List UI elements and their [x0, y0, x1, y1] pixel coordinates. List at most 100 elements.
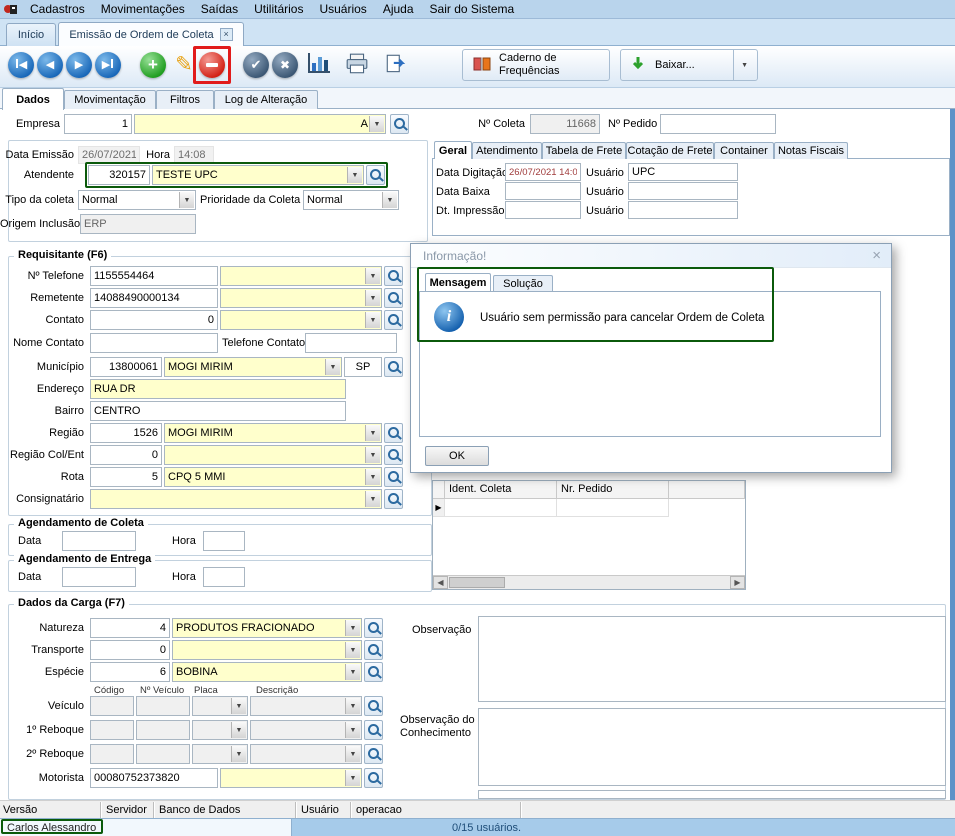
- veiculo-placa-combo[interactable]: ▼: [192, 696, 248, 716]
- confirm-button[interactable]: ✔: [243, 52, 269, 78]
- especie-code-input[interactable]: [90, 662, 170, 682]
- ok-button[interactable]: OK: [425, 446, 489, 466]
- regiao-code-input[interactable]: [90, 423, 162, 443]
- telefone-contato-input[interactable]: [305, 333, 397, 353]
- telefone-input[interactable]: [90, 266, 218, 286]
- rota-code-input[interactable]: [90, 467, 162, 487]
- grid-col-ident-coleta[interactable]: Ident. Coleta: [445, 481, 557, 499]
- baixar-dropdown[interactable]: ▼: [733, 50, 748, 80]
- motorista-combo[interactable]: ▼: [220, 768, 362, 788]
- remetente-combo[interactable]: ▼: [220, 288, 382, 308]
- grid-cell[interactable]: [557, 499, 669, 517]
- previous-record-button[interactable]: ◀: [37, 52, 63, 78]
- especie-combo[interactable]: BOBINA▼: [172, 662, 362, 682]
- menu-ajuda[interactable]: Ajuda: [375, 2, 422, 16]
- tab-notas-fiscais[interactable]: Notas Fiscais: [774, 142, 848, 159]
- regiao-combo[interactable]: MOGI MIRIM▼: [164, 423, 382, 443]
- observacao-conhecimento-textarea[interactable]: [478, 708, 946, 786]
- regiao-colent-search-icon[interactable]: [384, 445, 403, 465]
- tab-dados[interactable]: Dados: [2, 88, 64, 110]
- natureza-search-icon[interactable]: [364, 618, 383, 638]
- empresa-combo[interactable]: A ▼: [134, 114, 386, 134]
- rota-search-icon[interactable]: [384, 467, 403, 487]
- n-pedido-input[interactable]: [660, 114, 776, 134]
- export-button[interactable]: [384, 53, 408, 78]
- dialog-close-icon[interactable]: ×: [872, 247, 881, 264]
- uf-input[interactable]: [344, 357, 382, 377]
- grid-hscrollbar[interactable]: ◀ ▶: [433, 575, 745, 589]
- discard-button[interactable]: ✖: [272, 52, 298, 78]
- reboque2-descricao-combo[interactable]: ▼: [250, 744, 362, 764]
- tab-movimentacao[interactable]: Movimentação: [64, 90, 156, 109]
- rota-combo[interactable]: CPQ 5 MMI▼: [164, 467, 382, 487]
- tab-geral[interactable]: Geral: [434, 141, 472, 159]
- remetente-search-icon[interactable]: [384, 288, 403, 308]
- grid-col-nr-pedido[interactable]: Nr. Pedido: [557, 481, 669, 499]
- empresa-search-icon[interactable]: [390, 114, 409, 134]
- telefone-search-icon[interactable]: [384, 266, 403, 286]
- first-record-button[interactable]: ◀: [8, 52, 34, 78]
- scroll-right-icon[interactable]: ▶: [730, 576, 745, 589]
- tab-filtros[interactable]: Filtros: [156, 90, 214, 109]
- grid-cell[interactable]: [445, 499, 557, 517]
- tab-emissao-ordem-coleta[interactable]: Emissão de Ordem de Coleta ×: [58, 22, 244, 46]
- reboque1-descricao-combo[interactable]: ▼: [250, 720, 362, 740]
- veiculo-search-icon[interactable]: [364, 696, 383, 716]
- regiao-colent-combo[interactable]: ▼: [164, 445, 382, 465]
- next-record-button[interactable]: ▶: [66, 52, 92, 78]
- prioridade-combo[interactable]: Normal ▼: [303, 190, 399, 210]
- dialog-title-bar[interactable]: Informação! ×: [411, 244, 891, 268]
- telefone-combo[interactable]: ▼: [220, 266, 382, 286]
- tab-log-alteracao[interactable]: Log de Alteração: [214, 90, 318, 109]
- transporte-search-icon[interactable]: [364, 640, 383, 660]
- tab-atendimento[interactable]: Atendimento: [472, 142, 542, 159]
- natureza-combo[interactable]: PRODUTOS FRACIONADO▼: [172, 618, 362, 638]
- contato-input[interactable]: [90, 310, 218, 330]
- transporte-code-input[interactable]: [90, 640, 170, 660]
- scroll-left-icon[interactable]: ◀: [433, 576, 448, 589]
- close-tab-icon[interactable]: ×: [220, 28, 233, 41]
- agend-coleta-hora-input[interactable]: [203, 531, 245, 551]
- menu-utilitarios[interactable]: Utilitários: [246, 2, 311, 16]
- reboque1-placa-combo[interactable]: ▼: [192, 720, 248, 740]
- tab-inicio[interactable]: Início: [6, 23, 56, 46]
- agend-entrega-hora-input[interactable]: [203, 567, 245, 587]
- motorista-search-icon[interactable]: [364, 768, 383, 788]
- contato-combo[interactable]: ▼: [220, 310, 382, 330]
- reboque2-search-icon[interactable]: [364, 744, 383, 764]
- endereco-input[interactable]: [90, 379, 346, 399]
- remetente-input[interactable]: [90, 288, 218, 308]
- municipio-search-icon[interactable]: [384, 357, 403, 377]
- reboque2-placa-combo[interactable]: ▼: [192, 744, 248, 764]
- tab-container[interactable]: Container: [714, 142, 774, 159]
- scroll-thumb[interactable]: [449, 577, 505, 588]
- observacao-textarea[interactable]: [478, 616, 946, 702]
- agend-coleta-data-input[interactable]: [62, 531, 136, 551]
- especie-search-icon[interactable]: [364, 662, 383, 682]
- empresa-code-input[interactable]: [64, 114, 132, 134]
- nome-contato-input[interactable]: [90, 333, 218, 353]
- regiao-search-icon[interactable]: [384, 423, 403, 443]
- tipo-coleta-combo[interactable]: Normal ▼: [78, 190, 196, 210]
- agend-entrega-data-input[interactable]: [62, 567, 136, 587]
- tab-tabela-frete[interactable]: Tabela de Frete: [542, 142, 626, 159]
- bairro-input[interactable]: [90, 401, 346, 421]
- menu-sair[interactable]: Sair do Sistema: [422, 2, 523, 16]
- menu-usuarios[interactable]: Usuários: [311, 2, 374, 16]
- consignatario-search-icon[interactable]: [384, 489, 403, 509]
- last-record-button[interactable]: ▶: [95, 52, 121, 78]
- municipio-code-input[interactable]: [90, 357, 162, 377]
- coleta-grid[interactable]: Ident. Coleta Nr. Pedido ▶ ◀ ▶: [432, 480, 746, 590]
- chart-button[interactable]: [308, 53, 330, 73]
- consignatario-combo[interactable]: ▼: [90, 489, 382, 509]
- baixar-button[interactable]: Baixar... ▼: [620, 49, 758, 81]
- menu-saidas[interactable]: Saídas: [193, 2, 246, 16]
- transporte-combo[interactable]: ▼: [172, 640, 362, 660]
- regiao-colent-input[interactable]: [90, 445, 162, 465]
- motorista-input[interactable]: [90, 768, 218, 788]
- natureza-code-input[interactable]: [90, 618, 170, 638]
- tab-cotacao-frete[interactable]: Cotação de Frete: [626, 142, 714, 159]
- menu-movimentacoes[interactable]: Movimentações: [93, 2, 193, 16]
- reboque1-search-icon[interactable]: [364, 720, 383, 740]
- print-button[interactable]: [345, 53, 369, 78]
